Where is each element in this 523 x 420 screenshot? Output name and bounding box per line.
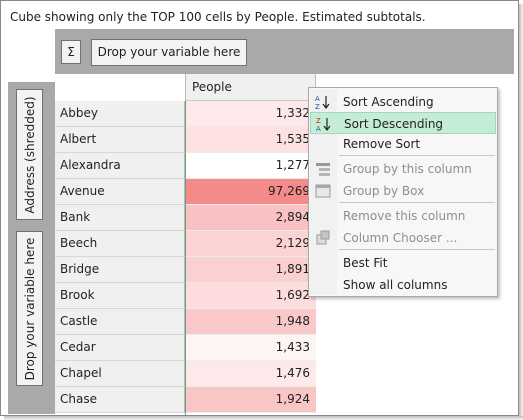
row-label[interactable]: Brook xyxy=(55,283,185,309)
row-label[interactable]: Castle xyxy=(55,309,185,335)
row-label[interactable]: Cedar xyxy=(55,335,185,361)
people-cell[interactable]: 2,894 xyxy=(185,205,316,231)
row-label[interactable]: Chase xyxy=(55,387,185,413)
people-cell[interactable]: 1,535 xyxy=(185,127,316,153)
people-cell[interactable]: 2,129 xyxy=(185,231,316,257)
row-label[interactable]: Alexandra xyxy=(55,153,185,179)
menu-separator xyxy=(339,155,495,156)
menu-item-label: Sort Ascending xyxy=(343,95,434,109)
people-cell[interactable]: 1,433 xyxy=(185,335,316,361)
menu-item-label: Best Fit xyxy=(343,256,388,270)
svg-text:A: A xyxy=(315,95,320,103)
window-shadow-right xyxy=(519,4,523,420)
people-cell[interactable]: 1,924 xyxy=(185,387,316,413)
menu-separator xyxy=(339,202,495,203)
address-shredded-button[interactable]: Address (shredded) xyxy=(16,89,43,220)
people-cell[interactable]: 1,277 xyxy=(185,153,316,179)
menu-item-remove-sort[interactable]: Remove Sort xyxy=(310,133,496,155)
sort-az-icon: AZ xyxy=(315,94,331,111)
people-cell[interactable]: 1,692 xyxy=(185,283,316,309)
group-box-icon xyxy=(315,183,331,199)
row-label[interactable]: Avenue xyxy=(55,179,185,205)
people-cell[interactable]: 1,891 xyxy=(185,257,316,283)
people-cell[interactable]: 1,476 xyxy=(185,361,316,387)
row-label[interactable]: Albert xyxy=(55,127,185,153)
menu-item-sort-ascending[interactable]: A Z Sort Ascending xyxy=(310,91,496,113)
column-context-menu: A Z Sort Ascending Z A Sort Descending Remove … xyxy=(308,87,498,297)
menu-item-label: Show all columns xyxy=(343,278,448,292)
menu-item-remove-this-column[interactable]: Remove this column xyxy=(310,205,496,227)
row-label[interactable]: Bridge xyxy=(55,257,185,283)
menu-item-label: Remove Sort xyxy=(343,137,421,151)
svg-text:A: A xyxy=(316,125,321,132)
menu-item-column-chooser[interactable]: Column Chooser ... xyxy=(310,227,496,249)
svg-text:Z: Z xyxy=(315,103,320,110)
row-label[interactable]: Chapel xyxy=(55,361,185,387)
row-label[interactable]: Abbey xyxy=(55,101,185,127)
address-shredded-label: Address (shredded) xyxy=(22,95,37,214)
group-column-icon xyxy=(315,161,331,177)
menu-item-best-fit[interactable]: Best Fit xyxy=(310,252,496,274)
people-cell[interactable]: 1,948 xyxy=(185,309,316,335)
selected-column-border xyxy=(185,101,186,415)
grid-corner xyxy=(55,74,185,101)
menu-item-group-by-this-column[interactable]: Group by this column xyxy=(310,158,496,180)
menu-item-label: Sort Descending xyxy=(344,117,444,131)
window-shadow-bottom xyxy=(4,416,523,420)
drop-variable-row-button[interactable]: Drop your variable here xyxy=(16,231,43,386)
drop-variable-row-label: Drop your variable here xyxy=(22,237,37,380)
menu-item-label: Column Chooser ... xyxy=(343,231,458,245)
menu-item-show-all-columns[interactable]: Show all columns xyxy=(310,274,496,296)
column-chooser-icon xyxy=(315,230,331,246)
sort-za-icon: ZA xyxy=(316,116,332,133)
row-label[interactable]: Bank xyxy=(55,205,185,231)
menu-item-label: Group by this column xyxy=(343,162,472,176)
column-header-people[interactable]: People xyxy=(185,74,316,101)
drop-variable-column-button[interactable]: Drop your variable here xyxy=(91,39,247,66)
people-cell[interactable]: 1,332 xyxy=(185,101,316,127)
menu-item-group-by-box[interactable]: Group by Box xyxy=(310,180,496,202)
cube-caption: Cube showing only the TOP 100 cells by P… xyxy=(10,10,426,24)
menu-separator xyxy=(339,249,495,250)
row-label[interactable]: Beech xyxy=(55,231,185,257)
people-cell[interactable]: 97,269 xyxy=(185,179,316,205)
menu-item-label: Group by Box xyxy=(343,184,425,198)
menu-item-sort-descending[interactable]: Z A Sort Descending xyxy=(310,112,496,134)
svg-text:Z: Z xyxy=(316,117,321,125)
sigma-button[interactable]: Σ xyxy=(61,40,81,64)
menu-item-label: Remove this column xyxy=(343,209,466,223)
